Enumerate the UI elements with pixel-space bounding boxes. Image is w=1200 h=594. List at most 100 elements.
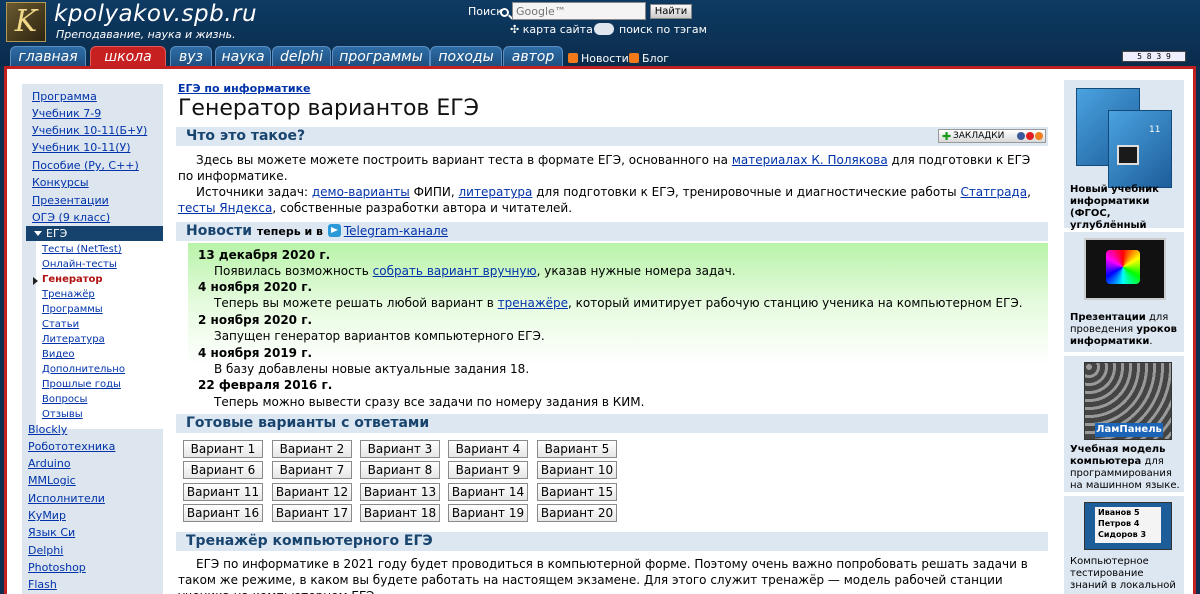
telegram-channel-link[interactable]: Telegram-канале: [344, 224, 448, 238]
promo-nettest[interactable]: Иванов 5 Петров 4 Сидоров 3 Компьютерное…: [1064, 496, 1184, 594]
color-wheel-icon: [1106, 250, 1140, 284]
share-icon-1: [1017, 132, 1025, 140]
blog-link[interactable]: Блог: [629, 52, 669, 65]
search-input[interactable]: [512, 2, 646, 20]
variant-20-button[interactable]: Вариант 20: [537, 504, 617, 522]
tab-school[interactable]: школа: [90, 46, 166, 66]
sub-item-trainer[interactable]: Тренажёр: [42, 289, 95, 300]
variant-15-button[interactable]: Вариант 15: [537, 483, 617, 501]
search-button[interactable]: Найти: [650, 4, 692, 19]
variant-3-button[interactable]: Вариант 3: [360, 440, 440, 458]
sub-item-online-tests[interactable]: Онлайн-тесты: [42, 259, 117, 270]
sub-item-additional[interactable]: Дополнительно: [42, 364, 125, 375]
sidebar-item-oge[interactable]: ОГЭ (9 класс): [32, 211, 110, 224]
variant-7-button[interactable]: Вариант 7: [272, 461, 352, 479]
search-icon: [500, 8, 509, 17]
variant-17-button[interactable]: Вариант 17: [272, 504, 352, 522]
sidebar-item-textbook-10-11-u[interactable]: Учебник 10-11(У): [32, 141, 130, 154]
sidebar-item-contests[interactable]: Конкурсы: [32, 176, 89, 189]
variant-19-button[interactable]: Вариант 19: [448, 504, 528, 522]
sub-item-questions[interactable]: Вопросы: [42, 394, 87, 405]
variant-12-button[interactable]: Вариант 12: [272, 483, 352, 501]
section-what-title: Что это такое?: [186, 128, 306, 144]
sidebar-item-manual[interactable]: Пособие (Py, C++): [32, 159, 139, 172]
sidebar-item-mmlogic[interactable]: MMLogic: [28, 474, 76, 487]
variant-18-button[interactable]: Вариант 18: [360, 504, 440, 522]
tab-hikes[interactable]: походы: [430, 46, 502, 66]
tab-university[interactable]: вуз: [170, 46, 212, 66]
sub-item-reviews[interactable]: Отзывы: [42, 409, 83, 420]
manual-variant-link[interactable]: собрать вариант вручную: [373, 264, 537, 278]
sub-item-generator[interactable]: Генератор: [42, 274, 103, 285]
sidebar-item-textbook-10-11-bu[interactable]: Учебник 10-11(Б+У): [32, 124, 147, 137]
variant-6-button[interactable]: Вариант 6: [183, 461, 263, 479]
sitemap-label: карта сайта: [522, 23, 593, 36]
what-p1-text-a: Здесь вы можете можете построить вариант…: [196, 153, 732, 167]
sub-item-programs[interactable]: Программы: [42, 304, 103, 315]
book-11-label: 11: [1149, 125, 1161, 135]
statgrad-link[interactable]: Статграда: [960, 185, 1027, 199]
news-text: Запущен генератор вариантов компьютерног…: [214, 329, 545, 343]
sitemap-link[interactable]: ✣ карта сайта: [510, 23, 593, 36]
sitemap-icon: ✣: [510, 23, 520, 36]
tab-author[interactable]: автор: [503, 46, 563, 66]
nettest-thumbnail: Иванов 5 Петров 4 Сидоров 3: [1084, 502, 1172, 550]
demo-variants-link[interactable]: демо-варианты: [312, 185, 410, 199]
sidebar-item-kumir[interactable]: КуМир: [28, 509, 66, 522]
tab-home[interactable]: главная: [10, 46, 86, 66]
trainer-link[interactable]: тренажёре: [498, 296, 568, 310]
variant-4-button[interactable]: Вариант 4: [448, 440, 528, 458]
sub-item-past-years[interactable]: Прошлые годы: [42, 379, 121, 390]
materials-link[interactable]: материалах К. Полякова: [732, 153, 888, 167]
tab-programs[interactable]: программы: [332, 46, 430, 66]
news-text-b: , указав нужные номера задач.: [536, 264, 736, 278]
site-logo[interactable]: K: [6, 2, 46, 42]
promo-lampanel[interactable]: ЛамПанель Учебная модель компьютера для …: [1064, 356, 1184, 492]
sidebar-item-executors[interactable]: Исполнители: [28, 492, 105, 505]
tab-delphi[interactable]: delphi: [272, 46, 331, 66]
variant-9-button[interactable]: Вариант 9: [448, 461, 528, 479]
variant-8-button[interactable]: Вариант 8: [360, 461, 440, 479]
news-link[interactable]: Новости: [568, 52, 629, 65]
right-column: 10 11 Новый учебник информатики (ФГОС, у…: [1058, 72, 1188, 594]
sidebar-item-robotics[interactable]: Робототехника: [28, 440, 115, 453]
telegram-icon: [327, 224, 341, 237]
sub-item-video[interactable]: Видео: [42, 349, 75, 360]
what-p2-text-c: для подготовки к ЕГЭ, тренировочные и ди…: [532, 185, 961, 199]
sidebar-item-presentations[interactable]: Презентации: [32, 194, 109, 207]
promo-lampanel-text: Учебная модель компьютера для программир…: [1070, 444, 1184, 492]
sidebar-item-c-language[interactable]: Язык Си: [28, 526, 75, 539]
sidebar-item-arduino[interactable]: Arduino: [28, 457, 71, 470]
variant-14-button[interactable]: Вариант 14: [448, 483, 528, 501]
variant-5-button[interactable]: Вариант 5: [537, 440, 617, 458]
promo-presentations[interactable]: Презентации для проведения уроков информ…: [1064, 232, 1184, 352]
sidebar-item-delphi[interactable]: Delphi: [28, 544, 63, 557]
sidebar-item-textbook-7-9[interactable]: Учебник 7-9: [32, 107, 101, 120]
promo-presentations-end: .: [1149, 336, 1153, 347]
variant-1-button[interactable]: Вариант 1: [183, 440, 263, 458]
variant-2-button[interactable]: Вариант 2: [272, 440, 352, 458]
site-title[interactable]: kpolyakov.spb.ru: [54, 1, 257, 27]
variant-11-button[interactable]: Вариант 11: [183, 483, 263, 501]
bookmarks-button[interactable]: ✚ ЗАКЛАДКИ: [938, 129, 1046, 143]
variant-13-button[interactable]: Вариант 13: [360, 483, 440, 501]
sub-item-nettest[interactable]: Тесты (NetTest): [42, 244, 122, 255]
sub-item-articles[interactable]: Статьи: [42, 319, 79, 330]
news-title: Новости: [186, 223, 253, 239]
breadcrumb[interactable]: ЕГЭ по информатике: [178, 82, 311, 95]
sidebar-item-flash[interactable]: Flash: [28, 578, 57, 591]
sidebar-item-program[interactable]: Программа: [32, 90, 97, 103]
promo-textbook[interactable]: 10 11 Новый учебник информатики (ФГОС, у…: [1064, 80, 1184, 243]
variant-10-button[interactable]: Вариант 10: [537, 461, 617, 479]
main-content: ЕГЭ по информатике Генератор вариантов Е…: [172, 72, 1052, 594]
variant-16-button[interactable]: Вариант 16: [183, 504, 263, 522]
tab-science[interactable]: наука: [215, 46, 271, 66]
sub-item-literature[interactable]: Литература: [42, 334, 105, 345]
yandex-tests-link[interactable]: тесты Яндекса: [178, 201, 272, 215]
tag-search-link[interactable]: поиск по тэгам: [619, 23, 707, 36]
sidebar-item-blockly[interactable]: Blockly: [28, 423, 67, 436]
sidebar-item-ege[interactable]: ЕГЭ: [26, 226, 163, 241]
sidebar-item-photoshop[interactable]: Photoshop: [28, 561, 86, 574]
section-news: Новости теперь и в Telegram-канале: [176, 222, 1048, 241]
literature-link[interactable]: литература: [459, 185, 533, 199]
